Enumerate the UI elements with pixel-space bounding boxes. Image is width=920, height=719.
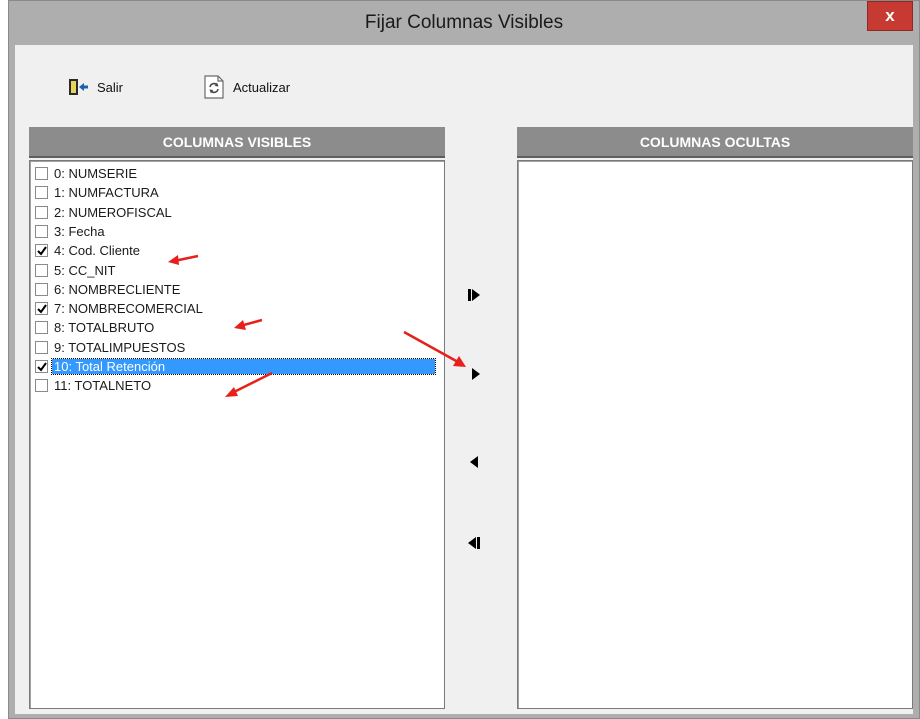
checkbox-checked[interactable] (35, 360, 48, 373)
list-item[interactable]: 2: NUMEROFISCAL (35, 204, 174, 221)
visible-columns-header: COLUMNAS VISIBLES (29, 127, 445, 158)
window-title: Fijar Columnas Visibles (364, 12, 564, 33)
list-item-label: 5: CC_NIT (54, 262, 116, 278)
close-icon: x (885, 6, 895, 25)
list-item[interactable]: 5: CC_NIT (35, 262, 117, 279)
list-item[interactable]: 7: NOMBRECOMERCIAL (35, 300, 205, 317)
list-item[interactable]: 3: Fecha (35, 223, 107, 240)
close-button[interactable]: x (867, 1, 913, 31)
list-item-label: 4: Cod. Cliente (54, 243, 140, 259)
list-item-label: 8: TOTALBRUTO (54, 320, 155, 336)
list-item[interactable]: 10: Total Retención (35, 358, 439, 375)
move-all-left-icon (468, 537, 480, 549)
list-item[interactable]: 9: TOTALIMPUESTOS (35, 339, 187, 356)
list-item-label: 9: TOTALIMPUESTOS (54, 339, 186, 355)
list-item-label: 6: NOMBRECLIENTE (54, 281, 181, 297)
list-item[interactable]: 0: NUMSERIE (35, 165, 139, 182)
checkbox[interactable] (35, 186, 48, 200)
exit-door-icon (69, 79, 88, 95)
list-item-label: 2: NUMEROFISCAL (54, 204, 172, 220)
checkmark-icon (36, 361, 47, 372)
list-item-label: 10: Total Retención (51, 358, 436, 375)
move-all-left-button[interactable] (462, 531, 486, 555)
title-bar[interactable]: Fijar Columnas Visibles x (9, 1, 919, 45)
dialog-client-area: Salir Actualizar COLUMNAS VISIBLES COLUM… (15, 45, 913, 714)
list-item[interactable]: 8: TOTALBRUTO (35, 319, 156, 336)
actualizar-button[interactable]: Actualizar (203, 75, 290, 99)
checkbox[interactable] (35, 340, 48, 354)
checkbox[interactable] (35, 167, 48, 180)
hidden-columns-header: COLUMNAS OCULTAS (517, 127, 913, 158)
salir-button[interactable]: Salir (67, 78, 123, 96)
checkbox[interactable] (35, 263, 48, 277)
dialog-window: Fijar Columnas Visibles x Salir Actualiz… (8, 0, 920, 719)
salir-label: Salir (97, 79, 124, 95)
list-item[interactable]: 1: NUMFACTURA (35, 184, 161, 201)
checkbox-checked[interactable] (35, 244, 48, 258)
refresh-document-icon (204, 75, 224, 99)
list-item[interactable]: 6: NOMBRECLIENTE (35, 281, 182, 298)
move-right-button[interactable] (464, 362, 488, 386)
list-item-label: 7: NOMBRECOMERCIAL (54, 301, 203, 317)
move-left-button[interactable] (462, 450, 486, 474)
actualizar-label: Actualizar (233, 79, 291, 95)
list-item-label: 1: NUMFACTURA (54, 185, 159, 201)
hidden-columns-list[interactable] (517, 160, 913, 709)
checkmark-icon (36, 304, 47, 314)
move-all-right-icon (468, 289, 480, 301)
list-item-label: 11: TOTALNETO (54, 378, 152, 394)
checkbox[interactable] (35, 321, 48, 335)
list-item[interactable]: 11: TOTALNETO (35, 377, 153, 394)
toolbar: Salir Actualizar (15, 45, 913, 127)
list-item-label: 0: NUMSERIE (54, 166, 138, 181)
visible-columns-list[interactable]: 0: NUMSERIE 1: NUMFACTURA 2: NUMEROFISCAL 3… (29, 160, 445, 709)
move-right-icon (472, 368, 480, 380)
checkbox-checked[interactable] (35, 302, 48, 316)
checkbox[interactable] (35, 224, 48, 238)
move-left-icon (470, 456, 478, 468)
list-item-label: 3: Fecha (54, 223, 105, 239)
list-item[interactable]: 4: Cod. Cliente (35, 242, 142, 259)
move-all-right-button[interactable] (462, 283, 486, 307)
checkbox[interactable] (35, 282, 48, 296)
checkbox[interactable] (35, 379, 48, 393)
checkbox[interactable] (35, 205, 48, 219)
checkmark-icon (36, 246, 47, 256)
